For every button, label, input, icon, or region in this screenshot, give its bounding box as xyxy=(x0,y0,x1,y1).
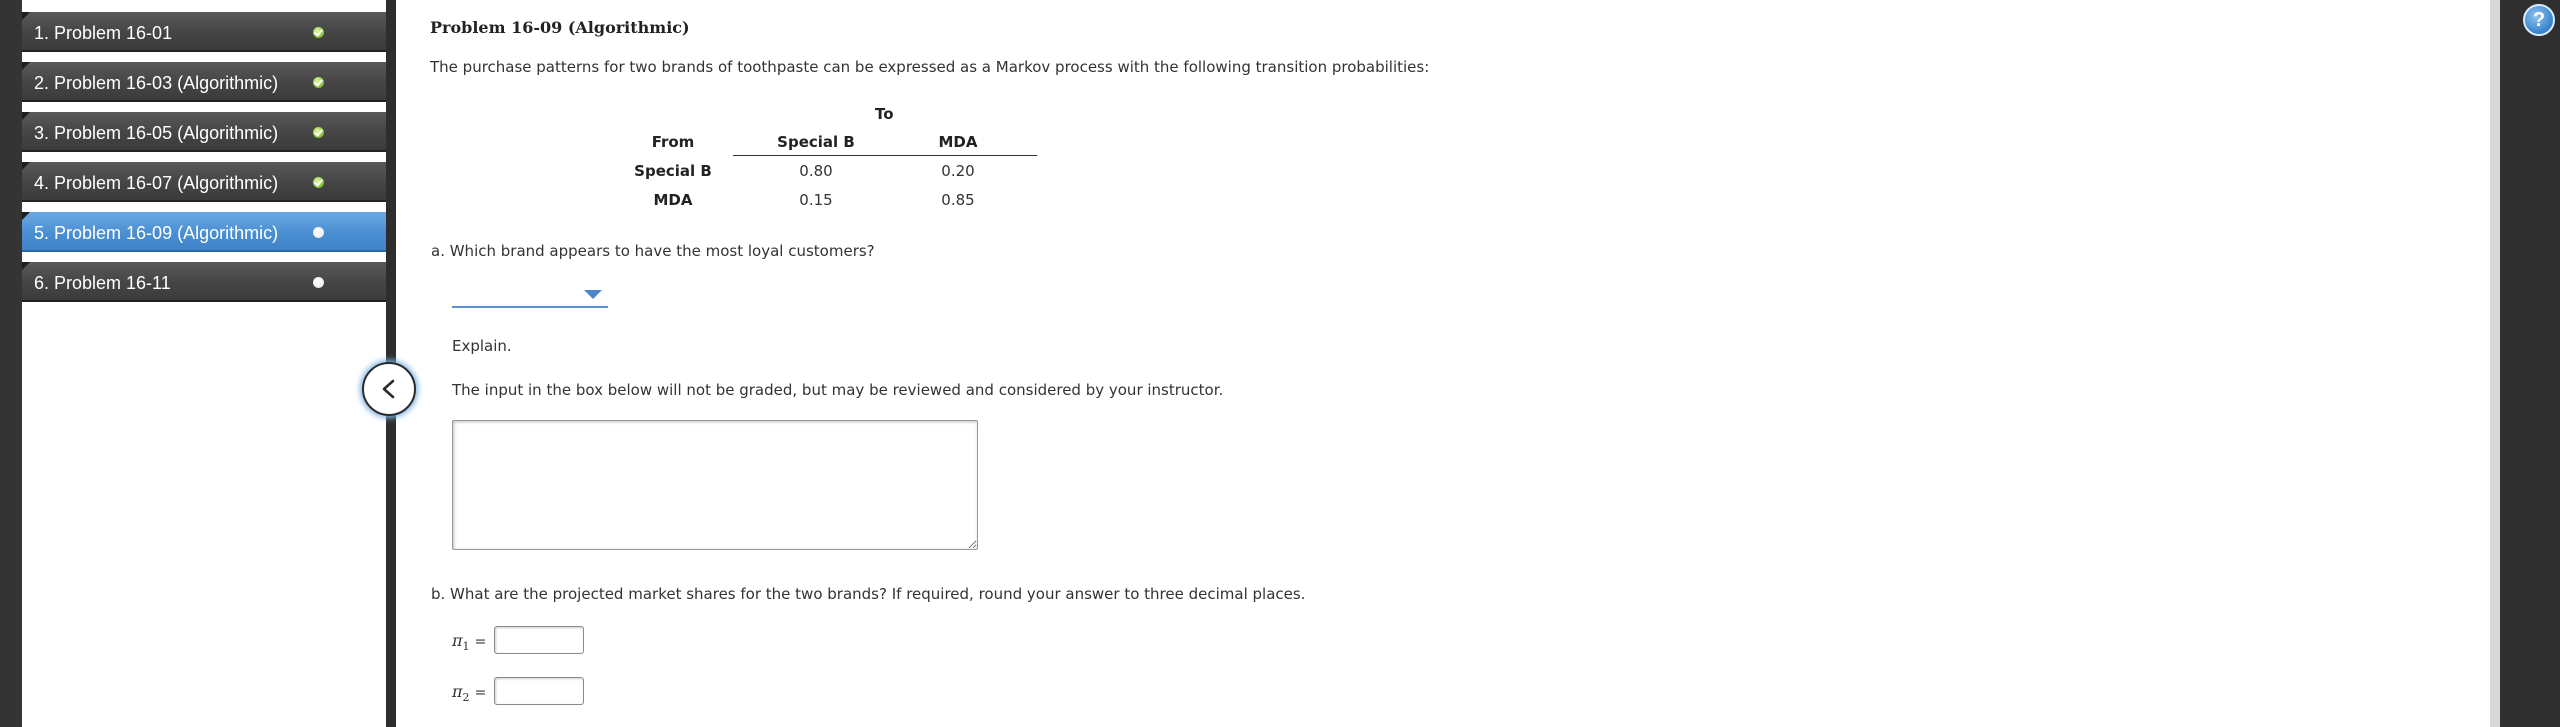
left-edge-strip xyxy=(0,0,22,727)
pi2-input[interactable] xyxy=(494,677,584,705)
sidebar-item-problem-5[interactable]: 5. Problem 16-09 (Algorithmic) xyxy=(22,212,386,252)
sidebar-item-problem-6[interactable]: 6. Problem 16-11 xyxy=(22,262,386,302)
sidebar-item-problem-1[interactable]: 1. Problem 16-01 xyxy=(22,12,386,52)
right-edge-strip xyxy=(2490,0,2560,727)
sidebar-panel xyxy=(22,0,386,727)
scroll-track[interactable] xyxy=(2490,0,2500,727)
sidebar-item-label: 3. Problem 16-05 (Algorithmic) xyxy=(34,123,279,143)
chevron-down-icon xyxy=(584,290,602,299)
pi1-input[interactable] xyxy=(494,626,584,654)
table-from-header: From xyxy=(651,133,695,151)
table-row-label: MDA xyxy=(653,191,693,209)
pi-subscript: 2 xyxy=(462,691,470,705)
pi-symbol: π xyxy=(452,682,463,701)
table-to-header: To xyxy=(875,105,894,123)
sidebar-item-problem-3[interactable]: 3. Problem 16-05 (Algorithmic) xyxy=(22,112,386,152)
question-b: b. What are the projected market shares … xyxy=(431,585,1306,603)
pi2-label: π2 = xyxy=(452,682,486,704)
problem-content: Problem 16-09 (Algorithmic) The purchase… xyxy=(396,0,2490,727)
pi-symbol: π xyxy=(452,631,463,650)
complete-check-icon xyxy=(313,127,324,138)
table-row-label: Special B xyxy=(634,162,712,180)
pi-subscript: 1 xyxy=(462,640,470,654)
explain-note: The input in the box below will not be g… xyxy=(452,381,1224,399)
table-cell: 0.15 xyxy=(799,191,833,209)
status-dot-icon xyxy=(313,227,324,238)
status-dot-icon xyxy=(313,277,324,288)
complete-check-icon xyxy=(313,27,324,38)
sidebar-item-problem-2[interactable]: 2. Problem 16-03 (Algorithmic) xyxy=(22,62,386,102)
help-button[interactable]: ? xyxy=(2523,4,2555,36)
table-column-header: MDA xyxy=(938,133,978,151)
explain-label: Explain. xyxy=(452,337,512,355)
problem-title: Problem 16-09 (Algorithmic) xyxy=(430,18,690,37)
sidebar-item-label: 1. Problem 16-01 xyxy=(34,23,173,43)
sidebar-item-problem-4[interactable]: 4. Problem 16-07 (Algorithmic) xyxy=(22,162,386,202)
sidebar-item-label: 6. Problem 16-11 xyxy=(34,273,171,293)
problem-intro: The purchase patterns for two brands of … xyxy=(430,58,1430,76)
sidebar-item-label: 5. Problem 16-09 (Algorithmic) xyxy=(34,223,279,243)
loyal-brand-dropdown[interactable] xyxy=(452,286,608,308)
sidebar-item-label: 4. Problem 16-07 (Algorithmic) xyxy=(34,173,279,193)
table-column-header: Special B xyxy=(777,133,855,151)
complete-check-icon xyxy=(313,177,324,188)
table-cell: 0.20 xyxy=(941,162,975,180)
equals-sign: = xyxy=(474,685,487,701)
pi1-label: π1 = xyxy=(452,631,486,653)
table-cell: 0.85 xyxy=(941,191,975,209)
explain-textarea[interactable] xyxy=(452,420,978,550)
complete-check-icon xyxy=(313,77,324,88)
equals-sign: = xyxy=(474,634,487,650)
sidebar-item-label: 2. Problem 16-03 (Algorithmic) xyxy=(34,73,279,93)
table-cell: 0.80 xyxy=(799,162,833,180)
question-mark-icon: ? xyxy=(2532,9,2546,31)
table-header-rule xyxy=(733,155,1037,156)
question-a: a. Which brand appears to have the most … xyxy=(431,242,875,260)
